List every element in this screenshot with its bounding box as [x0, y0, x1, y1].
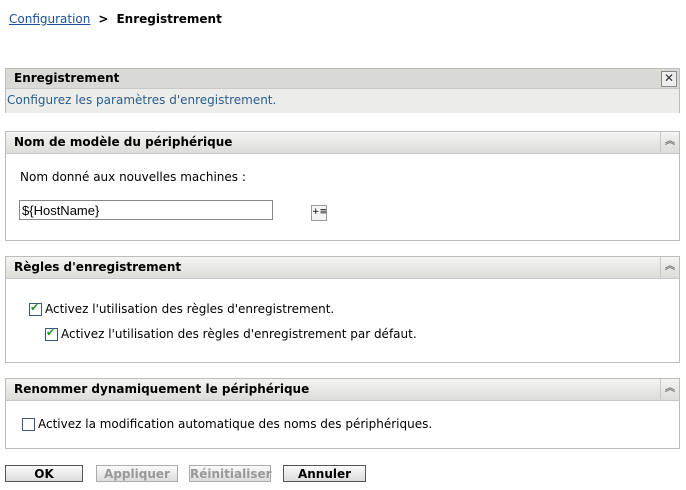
cancel-button[interactable]: Annuler [283, 465, 366, 482]
insert-variable-icon[interactable]: +≡ [311, 205, 327, 221]
enable-rename-label: Activez la modification automatique des … [38, 417, 433, 431]
enable-rename-option[interactable]: Activez la modification automatique des … [22, 417, 432, 431]
enable-default-option[interactable]: Activez l'utilisation des règles d'enreg… [45, 326, 417, 341]
breadcrumb-current: Enregistrement [116, 12, 222, 26]
intro-description: Configurez les paramètres d'enregistreme… [6, 89, 679, 113]
enable-rules-checkbox[interactable] [29, 301, 42, 316]
reset-button[interactable]: Réinitialiser [189, 465, 272, 482]
rename-title: Renommer dynamiquement le périphérique [14, 382, 310, 396]
enable-rules-option[interactable]: Activez l'utilisation des règles d'enreg… [29, 301, 335, 316]
enable-default-checkbox[interactable] [45, 326, 58, 341]
enable-rename-checkbox[interactable] [22, 418, 35, 431]
device-name-header: Nom de modèle du périphérique ︽ [6, 132, 679, 154]
rename-panel: Renommer dynamiquement le périphérique ︽… [5, 378, 680, 449]
ok-button[interactable]: OK [5, 465, 83, 482]
intro-panel: Enregistrement ✕ Configurez les paramètr… [5, 68, 680, 113]
enable-default-label: Activez l'utilisation des règles d'enreg… [61, 327, 417, 341]
collapse-icon[interactable]: ︽ [660, 257, 679, 277]
breadcrumb-separator: > [98, 12, 109, 26]
device-name-title: Nom de modèle du périphérique [14, 135, 233, 149]
breadcrumb: Configuration > Enregistrement [9, 12, 222, 26]
apply-button[interactable]: Appliquer [96, 465, 178, 482]
device-name-label: Nom donné aux nouvelles machines : [20, 170, 246, 184]
rules-title: Règles d'enregistrement [14, 260, 182, 274]
device-name-panel: Nom de modèle du périphérique ︽ Nom donn… [5, 131, 680, 241]
rules-panel: Règles d'enregistrement ︽ Activez l'util… [5, 256, 680, 363]
rules-header: Règles d'enregistrement ︽ [6, 257, 679, 279]
collapse-icon[interactable]: ︽ [660, 132, 679, 152]
intro-title: Enregistrement [14, 71, 120, 85]
breadcrumb-configuration-link[interactable]: Configuration [9, 12, 90, 26]
collapse-icon[interactable]: ︽ [660, 379, 679, 399]
rename-header: Renommer dynamiquement le périphérique ︽ [6, 379, 679, 401]
close-icon[interactable]: ✕ [661, 71, 677, 87]
device-name-input[interactable] [19, 200, 273, 220]
enable-rules-label: Activez l'utilisation des règles d'enreg… [45, 302, 335, 316]
intro-header: Enregistrement ✕ [6, 69, 679, 89]
